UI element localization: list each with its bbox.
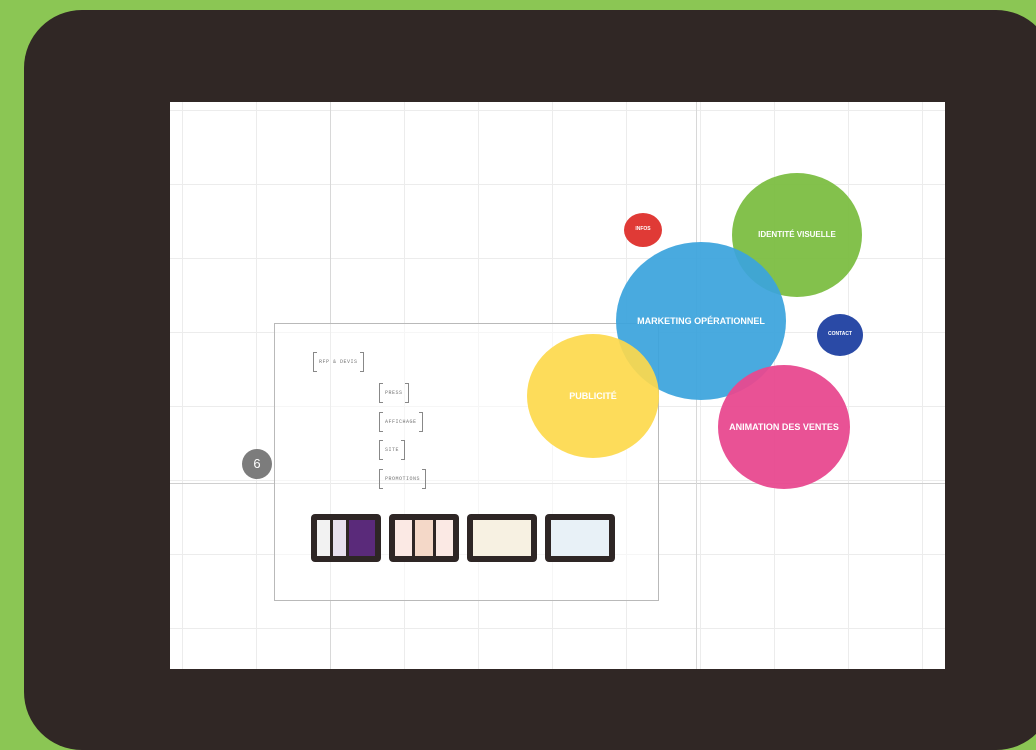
thumbnail-page — [395, 520, 413, 556]
tag-site[interactable]: SITE — [379, 440, 406, 460]
thumbnail-page — [415, 520, 433, 556]
bubble-label: CONTACT — [827, 331, 853, 338]
thumbnail-page — [317, 520, 330, 556]
thumbnail-1[interactable] — [311, 514, 381, 562]
thumbnail-page — [473, 520, 531, 556]
bubble-label: IDENTITÉ VISUELLE — [758, 230, 836, 240]
thumbnail-page — [435, 520, 453, 556]
tag-promotions[interactable]: PROMOTIONS — [379, 469, 427, 489]
tag-press[interactable]: PRESS — [379, 383, 409, 403]
thumbnail-page — [551, 520, 609, 556]
bubble-publicite[interactable]: PUBLICITÉ — [527, 334, 659, 458]
thumbnail-page — [333, 520, 346, 556]
tag-root[interactable]: RFP & DEVIS — [313, 352, 364, 372]
bubble-infos[interactable]: INFOS — [624, 213, 662, 247]
tag-affichage[interactable]: AFFICHAGE — [379, 412, 423, 432]
bubble-label: MARKETING OPÉRATIONNEL — [637, 315, 765, 326]
bubble-contact[interactable]: CONTACT — [817, 314, 863, 356]
thumbnail-3[interactable] — [467, 514, 537, 562]
thumbnail-4[interactable] — [545, 514, 615, 562]
bubble-label: ANIMATION DES VENTES — [729, 421, 839, 432]
presentation-canvas[interactable]: 6 RFP & DEVIS PRESS AFFICHAGE SITE PROMO… — [170, 102, 945, 669]
tablet-device: 6 RFP & DEVIS PRESS AFFICHAGE SITE PROMO… — [24, 10, 1036, 750]
bubble-label: PUBLICITÉ — [569, 390, 617, 401]
step-number-badge[interactable]: 6 — [242, 449, 272, 479]
bubble-label: INFOS — [635, 226, 651, 233]
thumbnail-page — [349, 520, 375, 556]
bubble-animation-des-ventes[interactable]: ANIMATION DES VENTES — [718, 365, 850, 489]
thumbnail-2[interactable] — [389, 514, 459, 562]
